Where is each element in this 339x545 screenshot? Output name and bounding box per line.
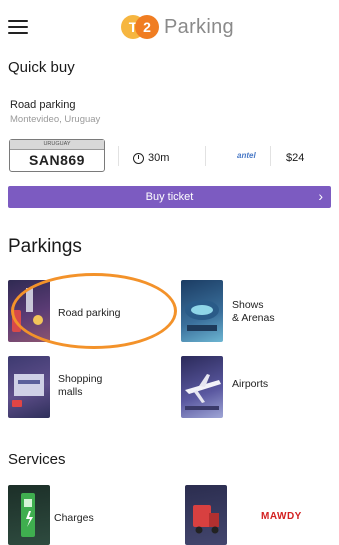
price: $24: [286, 152, 305, 164]
hamburger-menu-icon[interactable]: [8, 20, 28, 34]
chevron-right-icon: ›: [318, 188, 323, 204]
logo-text: Parking: [164, 15, 234, 38]
parking-tile-label: Shopping malls: [58, 373, 103, 398]
parking-tile-airports[interactable]: Airports: [181, 356, 331, 420]
quick-buy-item-name: Road parking: [10, 99, 76, 111]
ev-charger-image: [8, 485, 50, 545]
parking-tile-label: Airports: [232, 378, 269, 390]
duration: 30m: [133, 152, 169, 164]
road-parking-image: [8, 280, 50, 342]
logo-mark-2: 2: [135, 15, 159, 39]
parking-tile-shows-arenas[interactable]: Shows & Arenas: [181, 280, 331, 344]
parkings-title: Parkings: [8, 236, 82, 257]
app-header: T 2 Parking: [0, 0, 339, 50]
license-plate: URUGUAY SAN869: [9, 139, 105, 172]
plate-number: SAN869: [29, 152, 85, 168]
parking-tile-label: Shows & Arenas: [232, 299, 275, 324]
quick-buy-item-location: Montevideo, Uruguay: [10, 114, 101, 125]
buy-ticket-label: Buy ticket: [145, 191, 194, 203]
service-tile-charges[interactable]: Charges: [8, 485, 158, 545]
parking-tile-road-parking[interactable]: Road parking: [8, 280, 158, 344]
stopwatch-icon: [133, 152, 144, 164]
divider: [270, 146, 271, 166]
airplane-image: [181, 356, 223, 418]
logo-mark: T 2: [121, 14, 159, 40]
services-title: Services: [8, 451, 66, 468]
mawdy-logo: MAWDY: [261, 511, 302, 522]
plate-country: URUGUAY: [10, 140, 104, 150]
mall-image: [8, 356, 50, 418]
carrier-logo: antel: [237, 151, 256, 160]
arena-image: [181, 280, 223, 342]
quick-buy-title: Quick buy: [8, 59, 75, 76]
duration-value: 30m: [148, 152, 170, 164]
divider: [118, 146, 119, 166]
app-logo: T 2 Parking: [121, 14, 234, 40]
parking-tile-shopping-malls[interactable]: Shopping malls: [8, 356, 158, 420]
service-tile-label: Charges: [54, 512, 94, 524]
buy-ticket-button[interactable]: Buy ticket ›: [8, 186, 331, 208]
roadside-assistance-image: [185, 485, 227, 545]
service-tile-mawdy[interactable]: MAWDY: [185, 485, 335, 545]
divider: [205, 146, 206, 166]
parking-tile-label: Road parking: [58, 307, 121, 319]
